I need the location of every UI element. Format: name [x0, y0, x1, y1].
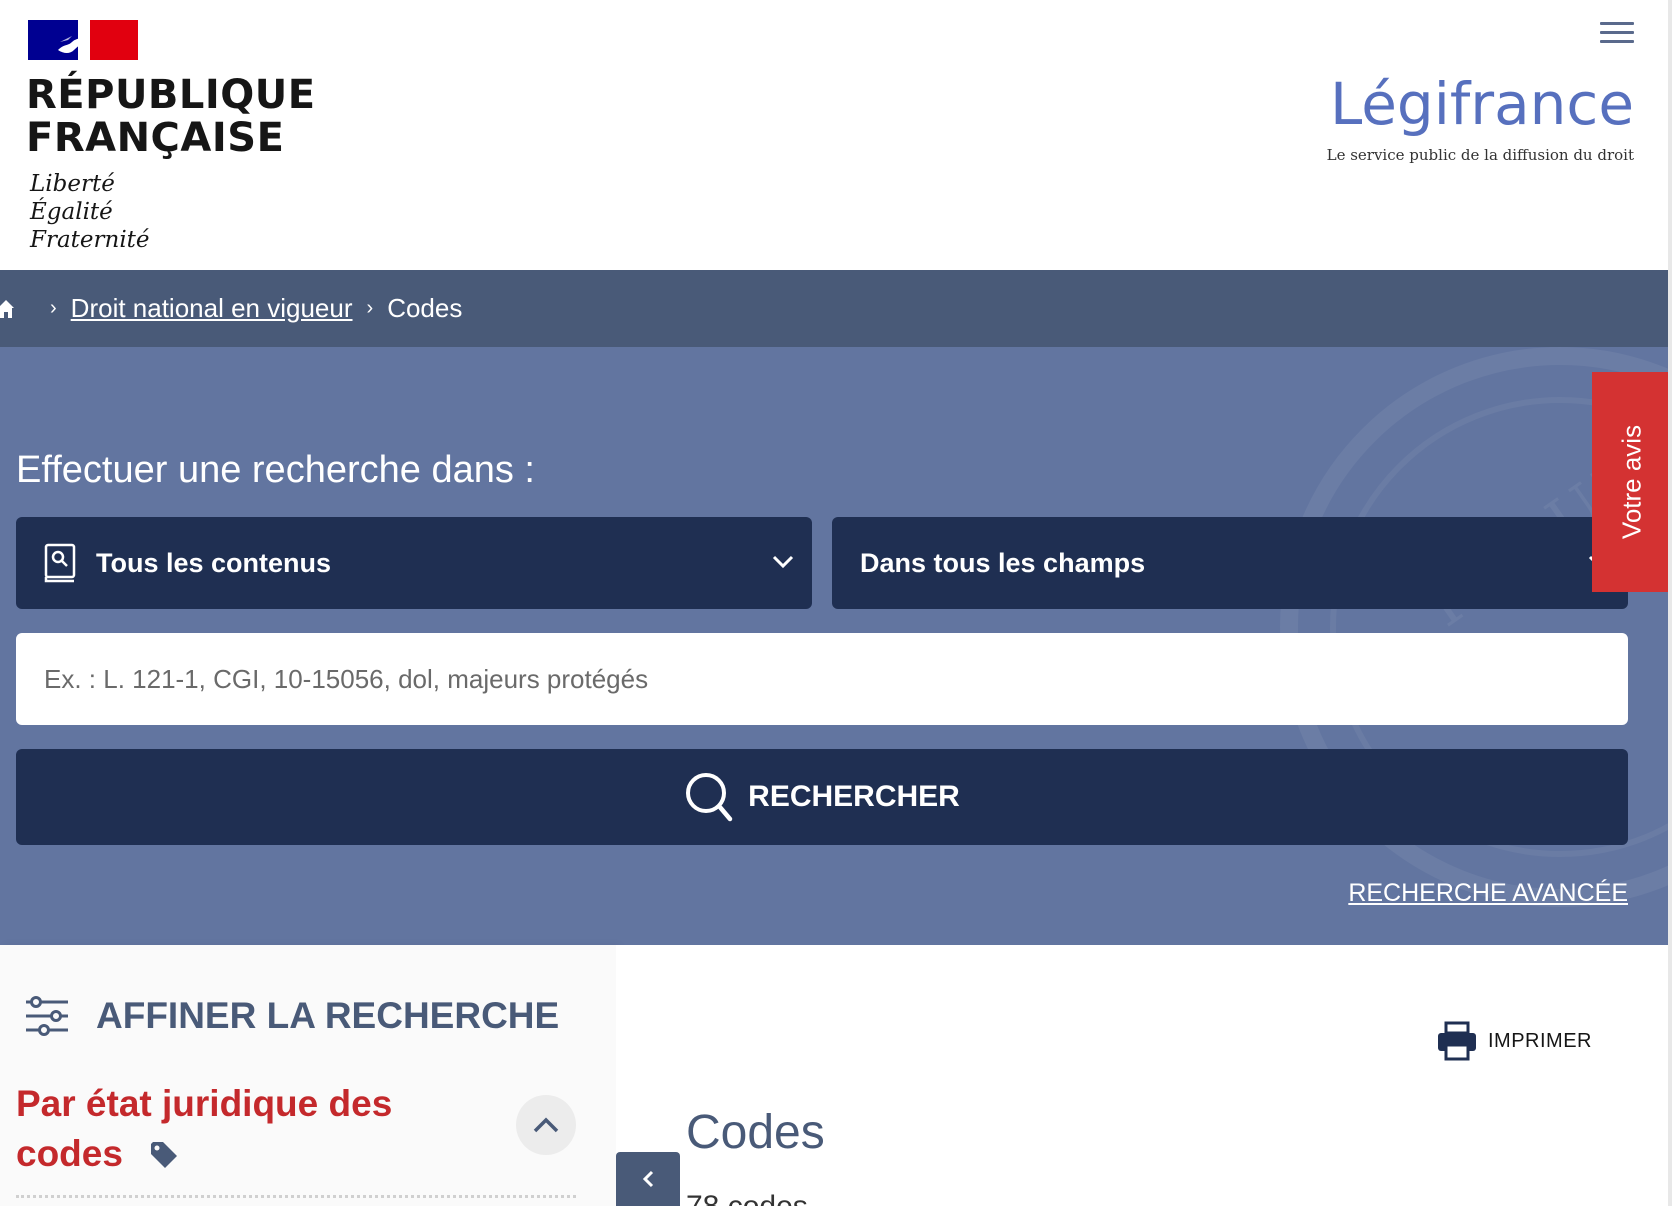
printer-icon: [1438, 1021, 1476, 1061]
site-header: RÉPUBLIQUE FRANÇAISE Liberté Égalité Fra…: [0, 0, 1672, 270]
search-input[interactable]: [16, 633, 1628, 725]
print-label: IMPRIMER: [1488, 1029, 1592, 1052]
field-select-value: Dans tous les champs: [860, 547, 1146, 578]
brand-tagline: Le service public de la diffusion du dro…: [1326, 146, 1634, 164]
page-title: Codes: [686, 1106, 825, 1159]
main-content: IMPRIMER Codes 78 codes: [616, 945, 1672, 1206]
search-button-label: RECHERCHER: [748, 780, 960, 813]
chevron-left-icon: [642, 1170, 654, 1188]
content-select-value: Tous les contenus: [96, 547, 332, 578]
search-label: Effectuer une recherche dans :: [16, 449, 535, 491]
home-icon[interactable]: [0, 299, 14, 318]
rf-line-1: RÉPUBLIQUE: [26, 72, 316, 118]
hamburger-icon[interactable]: [1600, 22, 1634, 48]
codes-count: 78 codes: [686, 1190, 808, 1206]
filter-panel: AFFINER LA RECHERCHE Par état juridique …: [0, 945, 616, 1206]
breadcrumb-separator-icon: ›: [366, 297, 374, 319]
motto-liberte: Liberté: [30, 171, 115, 197]
scrollbar[interactable]: [1668, 0, 1672, 1206]
print-button[interactable]: IMPRIMER: [1436, 1021, 1592, 1061]
breadcrumb-droit-national[interactable]: Droit national en vigueur: [71, 293, 353, 324]
filter-title: AFFINER LA RECHERCHE: [96, 995, 560, 1036]
feedback-tab-label: Votre avis: [1616, 424, 1647, 540]
tag-icon: [151, 1142, 178, 1168]
republique-francaise-title[interactable]: RÉPUBLIQUE FRANÇAISE: [26, 74, 316, 160]
search-section: REPUBLIQ Effectuer une recherche dans : …: [0, 347, 1672, 945]
motto-fraternite: Fraternité: [30, 227, 150, 253]
filter-section-title[interactable]: Par état juridique des codes: [16, 1079, 416, 1179]
legifrance-brand[interactable]: Légifrance Le service public de la diffu…: [1327, 72, 1634, 164]
brand-name: Légifrance: [1329, 70, 1634, 138]
toggle-sidebar-button[interactable]: [616, 1152, 680, 1206]
motto-egalite: Égalité: [30, 199, 113, 225]
search-icon: [686, 773, 733, 822]
rf-line-2: FRANÇAISE: [26, 115, 285, 161]
chevron-up-icon: [533, 1117, 559, 1133]
motto: Liberté Égalité Fraternité: [30, 170, 150, 254]
breadcrumb: › Droit national en vigueur › Codes: [0, 270, 1672, 347]
breadcrumb-codes: Codes: [387, 293, 463, 323]
chevron-down-icon: [772, 555, 794, 569]
marianne-icon: [58, 34, 86, 53]
search-button[interactable]: RECHERCHER: [16, 749, 1628, 845]
field-select[interactable]: Dans tous les champs: [832, 517, 1628, 609]
filter-header: AFFINER LA RECHERCHE: [24, 995, 559, 1037]
book-search-icon: [44, 543, 76, 583]
content-type-select[interactable]: Tous les contenus: [16, 517, 812, 609]
collapse-section-button[interactable]: [516, 1095, 576, 1155]
advanced-search-link[interactable]: RECHERCHE AVANCÉE: [1348, 879, 1628, 908]
sliders-icon: [26, 996, 68, 1036]
feedback-tab[interactable]: Votre avis: [1592, 372, 1672, 592]
breadcrumb-separator-icon: ›: [50, 297, 57, 319]
divider: [16, 1195, 576, 1198]
filter-section-label: Par état juridique des codes: [16, 1083, 393, 1174]
